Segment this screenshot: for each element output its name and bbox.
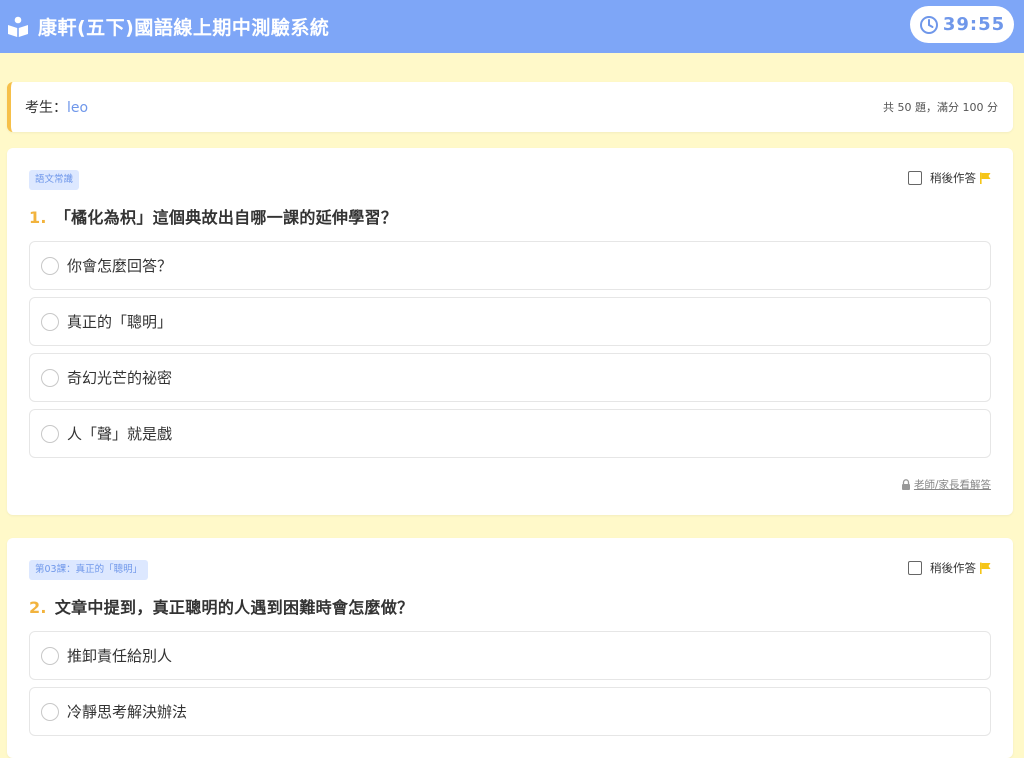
question-text: 文章中提到，真正聰明的人遇到困難時會怎麼做？ (54, 598, 414, 617)
question-card-2: 第03課：真正的「聰明」 稍後作答 2. 文章中提到，真正聰明的人遇到困難時會怎麼… (7, 538, 1013, 758)
options-list: 推卸責任給別人 冷靜思考解決辦法 (29, 631, 991, 743)
timer-value: 39:55 (942, 14, 1006, 35)
student-name: leo (67, 100, 89, 116)
option-label[interactable]: 真正的「聰明」 (67, 311, 172, 332)
option-label[interactable]: 冷靜思考解決辦法 (67, 701, 187, 722)
lock-icon (901, 479, 910, 490)
radio-button[interactable] (41, 702, 59, 721)
answer-later-toggle[interactable]: 稍後作答 (908, 560, 991, 576)
question-title: 1. 「橘化為枳」這個典故出自哪一課的延伸學習？ (29, 204, 397, 228)
view-answer-label[interactable]: 老師/家長看解答 (914, 477, 991, 492)
answer-later-checkbox[interactable] (908, 171, 922, 185)
flag-icon (980, 562, 991, 574)
countdown-timer: 39:55 (910, 6, 1014, 43)
answer-later-checkbox[interactable] (908, 561, 922, 575)
app-title: 康軒(五下)國語線上期中測驗系統 (38, 17, 330, 39)
option-label[interactable]: 你會怎麼回答？ (67, 255, 172, 276)
question-number: 1. (29, 208, 47, 227)
radio-button[interactable] (41, 368, 59, 387)
radio-button[interactable] (41, 424, 59, 443)
answer-option[interactable]: 你會怎麼回答？ (29, 241, 991, 290)
student-info-card: 考生：leo 共 50 題，滿分 100 分 (7, 82, 1013, 132)
top-bar: 康軒(五下)國語線上期中測驗系統 39:55 (0, 0, 1024, 53)
answer-later-toggle[interactable]: 稍後作答 (908, 170, 991, 186)
option-label[interactable]: 推卸責任給別人 (67, 645, 172, 666)
options-list: 你會怎麼回答？ 真正的「聰明」 奇幻光芒的祕密 人「聲」就是戲 (29, 241, 991, 465)
clock-icon (919, 15, 938, 34)
answer-option[interactable]: 推卸責任給別人 (29, 631, 991, 680)
flag-icon (980, 172, 991, 184)
radio-button[interactable] (41, 256, 59, 275)
answer-option[interactable]: 真正的「聰明」 (29, 297, 991, 346)
option-label[interactable]: 人「聲」就是戲 (67, 423, 172, 444)
question-tag: 語文常識 (29, 170, 80, 190)
question-number: 2. (29, 598, 47, 617)
answer-option[interactable]: 人「聲」就是戲 (29, 409, 991, 458)
answer-option[interactable]: 冷靜思考解決辦法 (29, 687, 991, 736)
student-label: 考生： (25, 100, 67, 116)
radio-button[interactable] (41, 646, 59, 665)
exam-info: 共 50 題，滿分 100 分 (883, 101, 998, 114)
answer-later-label[interactable]: 稍後作答 (930, 170, 976, 186)
question-text: 「橘化為枳」這個典故出自哪一課的延伸學習？ (54, 208, 398, 227)
student-info: 考生：leo (25, 97, 88, 117)
view-answer-link[interactable]: 老師/家長看解答 (901, 477, 991, 492)
answer-option[interactable]: 奇幻光芒的祕密 (29, 353, 991, 402)
question-card-1: 語文常識 稍後作答 1. 「橘化為枳」這個典故出自哪一課的延伸學習？ 你會怎麼回答… (7, 148, 1013, 515)
question-tag: 第03課：真正的「聰明」 (29, 560, 149, 580)
answer-later-label[interactable]: 稍後作答 (930, 560, 976, 576)
option-label[interactable]: 奇幻光芒的祕密 (67, 367, 172, 388)
radio-button[interactable] (41, 312, 59, 331)
question-title: 2. 文章中提到，真正聰明的人遇到困難時會怎麼做？ (29, 594, 413, 618)
reading-child-icon (6, 16, 30, 38)
